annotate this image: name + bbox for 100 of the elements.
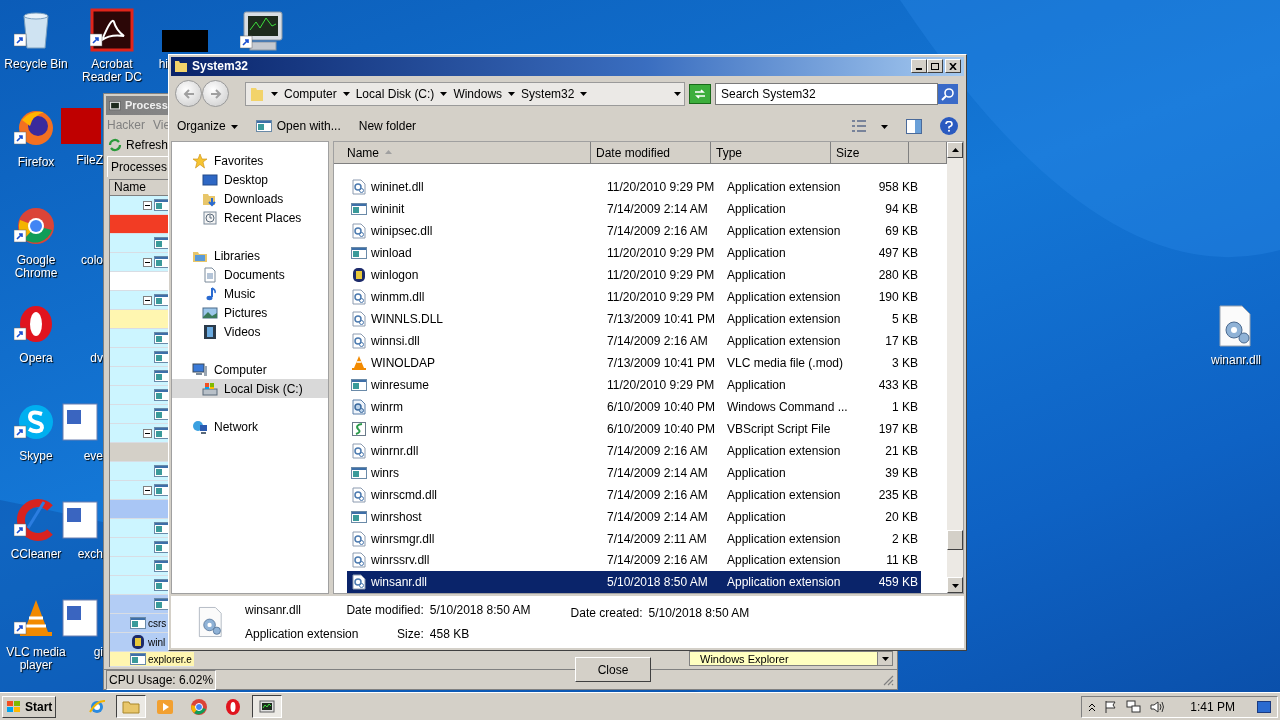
breadcrumb[interactable]: Computer [284, 84, 337, 103]
new-folder-button[interactable]: New folder [358, 117, 417, 136]
icon-label: colo [80, 254, 103, 267]
nav-item[interactable]: Videos [172, 322, 328, 342]
file-row[interactable]: winnsi.dll 7/14/2009 2:16 AM Application extension 17 KB [347, 329, 921, 352]
taskbar-button[interactable] [116, 695, 147, 718]
scroll-thumb[interactable] [947, 530, 963, 551]
nav-item[interactable]: Network [172, 417, 328, 437]
process-row[interactable] [110, 424, 170, 443]
file-row[interactable]: winrssrv.dll 7/14/2009 2:16 AM Application extension 11 KB [347, 549, 921, 572]
column-header[interactable]: Size [831, 142, 909, 164]
process-row[interactable] [110, 405, 170, 424]
nav-item[interactable]: Libraries [172, 246, 328, 266]
process-row[interactable] [110, 386, 170, 405]
file-row[interactable]: winload 11/20/2010 9:29 PM Application 497 KB [347, 242, 921, 265]
maximize-button[interactable] [927, 59, 943, 74]
collapse-icon[interactable] [143, 428, 152, 438]
gear-file-icon [351, 530, 367, 547]
preview-pane-button[interactable] [906, 119, 922, 134]
combo-box[interactable]: Windows Explorer [689, 651, 893, 666]
process-row[interactable] [110, 576, 170, 595]
file-row[interactable]: winrshost 7/14/2009 2:14 AM Application 20 KB [347, 505, 921, 528]
taskbar-button[interactable] [252, 695, 283, 718]
file-row[interactable]: winrm 6/10/2009 10:40 PM VBScript Script File 197 KB [347, 417, 921, 440]
address-bar[interactable]: Computer Local Disk (C:) Windows System32 [245, 81, 685, 106]
process-row[interactable] [110, 481, 170, 500]
film-icon [202, 323, 218, 340]
file-row[interactable]: winlogon 11/20/2010 9:29 PM Application 280 KB [347, 264, 921, 287]
nav-item[interactable]: Computer [172, 360, 328, 380]
start-button[interactable]: Start [2, 695, 57, 718]
file-row[interactable]: winrnr.dll 7/14/2009 2:16 AM Application extension 21 KB [347, 439, 921, 462]
file-row[interactable]: winipsec.dll 7/14/2009 2:16 AM Application extension 69 KB [347, 220, 921, 243]
search-button[interactable] [938, 83, 958, 104]
process-row[interactable] [110, 253, 170, 272]
process-row[interactable] [110, 538, 170, 557]
file-row[interactable]: wininet.dll 11/20/2010 9:29 PM Application extension 958 KB [347, 176, 921, 199]
file-row[interactable]: winresume 11/20/2010 9:29 PM Application 433 KB [347, 373, 921, 396]
thumbnail-icon[interactable] [162, 30, 208, 52]
process-row[interactable]: csrs [110, 614, 170, 633]
show-desktop-button[interactable] [1257, 700, 1271, 713]
collapse-icon[interactable] [143, 295, 152, 305]
nav-item[interactable]: Documents [172, 265, 328, 285]
column-header[interactable]: Type [711, 142, 831, 164]
collapse-icon[interactable] [143, 485, 152, 495]
nav-item[interactable]: Pictures [172, 303, 328, 323]
column-header[interactable]: Name [334, 142, 591, 164]
nav-item[interactable]: Favorites [172, 151, 328, 171]
window-icon [130, 615, 146, 631]
clock[interactable]: 1:41 PM [1190, 697, 1235, 716]
process-row[interactable] [110, 348, 170, 367]
process-row[interactable] [110, 291, 170, 310]
organize-menu[interactable]: Organize [177, 117, 238, 136]
file-row[interactable]: wininit 7/14/2009 2:14 AM Application 94 KB [347, 198, 921, 221]
nav-item[interactable]: Local Disk (C:) [172, 379, 328, 399]
file-row[interactable]: winmm.dll 11/20/2010 9:29 PM Application extension 190 KB [347, 286, 921, 308]
process-row[interactable] [110, 462, 170, 481]
volume-icon[interactable] [1150, 699, 1167, 714]
icon-label: CCleaner [9, 548, 63, 561]
file-row[interactable]: WINNLS.DLL 7/13/2009 10:41 PM Application extension 5 KB [347, 308, 921, 330]
monitor-icon[interactable] [240, 10, 284, 54]
breadcrumb[interactable]: System32 [521, 84, 575, 103]
process-row[interactable] [110, 234, 170, 253]
refresh-button[interactable] [689, 83, 711, 104]
close-button[interactable]: Close [575, 657, 651, 682]
process-row[interactable] [110, 367, 170, 386]
process-row[interactable] [110, 519, 170, 538]
nav-item[interactable]: Desktop [172, 170, 328, 190]
nav-item[interactable]: Music [172, 284, 328, 304]
acrobat-icon[interactable] [90, 8, 134, 52]
file-row[interactable]: winrsmgr.dll 7/14/2009 2:11 AM Application extension 2 KB [347, 527, 921, 550]
flag-icon[interactable] [1104, 699, 1119, 714]
view-options-button[interactable] [851, 119, 888, 134]
process-row[interactable] [110, 595, 170, 614]
file-row[interactable]: winrm 6/10/2009 10:40 PM Windows Command ... 1 KB [347, 395, 921, 418]
file-row[interactable]: winrs 7/14/2009 2:14 AM Application 39 KB [347, 461, 921, 484]
file-row[interactable]: winrscmd.dll 7/14/2009 2:16 AM Application extension 235 KB [347, 483, 921, 506]
nav-item[interactable]: Downloads [172, 189, 328, 209]
process-row[interactable] [110, 557, 170, 576]
process-row[interactable] [110, 215, 170, 234]
breadcrumb[interactable]: Windows [453, 84, 503, 103]
refresh-button[interactable]: Refresh [107, 136, 169, 154]
close-icon [949, 62, 957, 70]
file-row[interactable]: WINOLDAP 7/13/2009 10:41 PM VLC media file (.mod) 3 KB [347, 351, 921, 374]
column-header[interactable]: Date modified [591, 142, 711, 164]
process-row[interactable] [110, 329, 170, 348]
chevron-icon[interactable] [1088, 701, 1097, 712]
close-button[interactable] [945, 59, 961, 74]
nav-item[interactable]: Recent Places [172, 208, 328, 228]
open-with-button[interactable]: Open with... [255, 117, 341, 136]
collapse-icon[interactable] [143, 257, 152, 267]
process-row[interactable] [110, 196, 170, 215]
process-row[interactable]: explorer.e [110, 652, 194, 667]
search-field[interactable]: Search System32 [715, 82, 938, 105]
help-button[interactable] [940, 117, 958, 136]
collapse-icon[interactable] [143, 200, 152, 210]
file-row[interactable]: winsanr.dll 5/10/2018 8:50 AM Application extension 459 KB [347, 571, 921, 594]
minimize-button[interactable] [911, 59, 927, 74]
network-icon[interactable] [1126, 699, 1143, 714]
process-row[interactable]: winl [110, 633, 170, 652]
breadcrumb[interactable]: Local Disk (C:) [355, 84, 435, 103]
